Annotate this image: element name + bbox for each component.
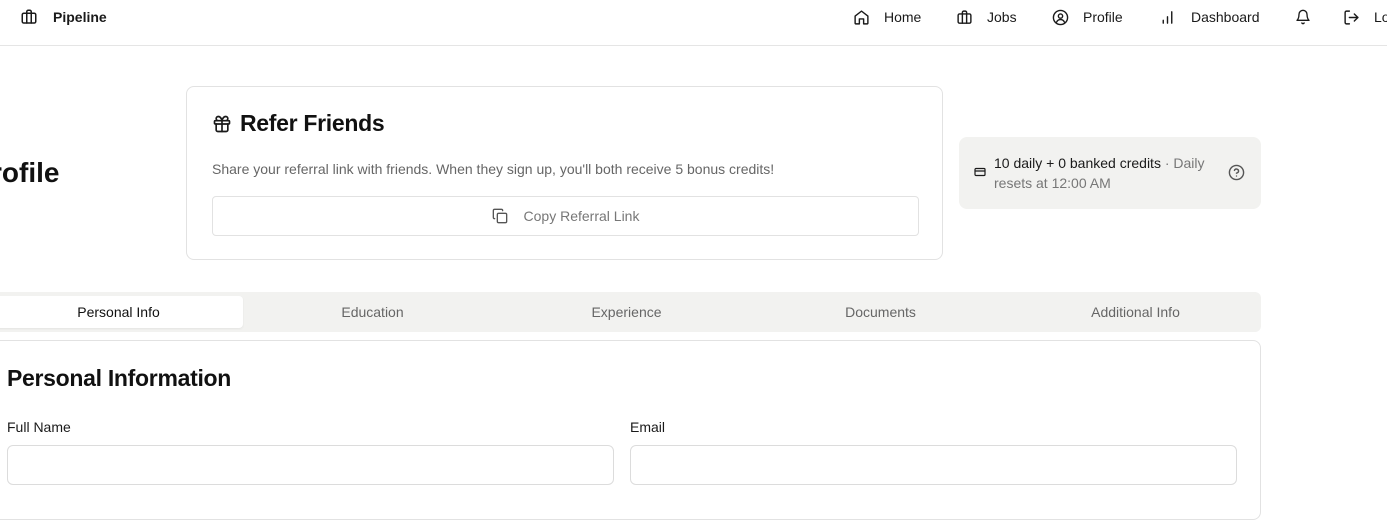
nav-item-home[interactable]: Home <box>852 8 921 26</box>
notifications-button[interactable] <box>1294 8 1312 26</box>
logout-icon <box>1342 8 1360 26</box>
refer-title-text: Refer Friends <box>240 110 385 136</box>
top-navbar: Pipeline Home Jobs Profile Dashboard Lo <box>0 0 1387 46</box>
profile-tabs: Personal Info Education Experience Docum… <box>0 292 1261 332</box>
copy-referral-link-label: Copy Referral Link <box>523 208 640 224</box>
briefcase-icon <box>20 8 38 26</box>
nav-item-label: Profile <box>1083 9 1123 25</box>
refer-title: Refer Friends <box>212 110 385 137</box>
copy-referral-link-button[interactable]: Copy Referral Link <box>212 196 919 236</box>
gift-icon <box>212 114 232 134</box>
email-label: Email <box>630 419 666 435</box>
section-title: Personal Information <box>7 365 232 391</box>
bar-chart-icon <box>1158 8 1176 26</box>
email-input[interactable] <box>630 445 1237 485</box>
brand-name: Pipeline <box>53 9 107 25</box>
nav-item-label: Jobs <box>987 9 1017 25</box>
tab-personal-info[interactable]: Personal Info <box>0 296 243 328</box>
copy-icon <box>492 208 508 224</box>
page-title: rofile <box>0 157 60 188</box>
tab-additional-info[interactable]: Additional Info <box>1011 296 1260 328</box>
refer-friends-card: Refer Friends Share your referral link w… <box>186 86 943 260</box>
credit-card-icon <box>974 166 986 178</box>
nav-item-profile[interactable]: Profile <box>1051 8 1123 26</box>
full-name-label: Full Name <box>7 419 71 435</box>
tab-education[interactable]: Education <box>248 296 497 328</box>
nav-item-logout[interactable]: Lo <box>1342 8 1387 26</box>
briefcase-icon <box>955 8 973 26</box>
credits-amount: 10 daily + 0 banked credits <box>994 155 1161 171</box>
credits-status: 10 daily + 0 banked credits · Daily rese… <box>959 137 1261 209</box>
nav-item-label: Home <box>884 9 922 25</box>
user-circle-icon <box>1051 8 1069 26</box>
personal-information-card: Personal Information Full Name Email <box>0 340 1261 520</box>
tab-documents[interactable]: Documents <box>756 296 1005 328</box>
refer-description: Share your referral link with friends. W… <box>212 161 775 177</box>
nav-item-dashboard[interactable]: Dashboard <box>1158 8 1260 26</box>
nav-item-jobs[interactable]: Jobs <box>955 8 1017 26</box>
bell-icon <box>1294 8 1312 26</box>
credits-text: 10 daily + 0 banked credits · Daily rese… <box>994 153 1224 193</box>
tab-experience[interactable]: Experience <box>502 296 751 328</box>
full-name-input[interactable] <box>7 445 614 485</box>
help-circle-icon[interactable] <box>1228 164 1245 181</box>
home-icon <box>852 8 870 26</box>
brand[interactable]: Pipeline <box>20 8 107 26</box>
nav-item-label: Lo <box>1374 9 1387 25</box>
nav-item-label: Dashboard <box>1191 9 1260 25</box>
